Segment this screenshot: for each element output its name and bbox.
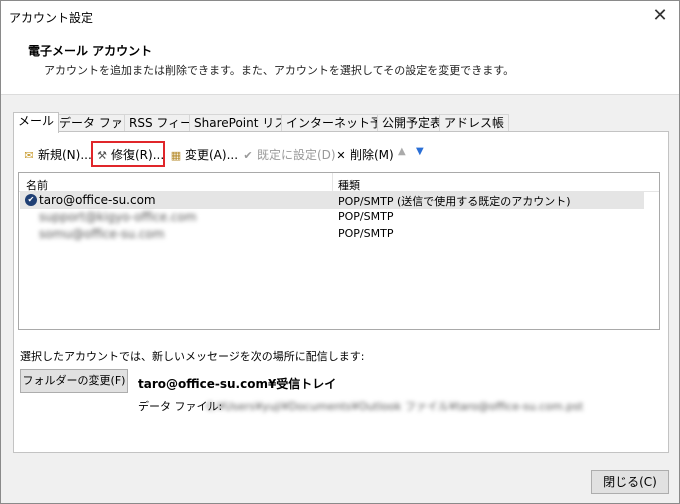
arrow-down-icon[interactable]: ▼: [416, 146, 424, 157]
tab-mail[interactable]: メール: [13, 112, 60, 133]
delete-button-label: 削除(M): [350, 148, 394, 162]
repair-highlight-box: [91, 141, 165, 167]
close-button[interactable]: 閉じる(C): [591, 470, 669, 494]
close-icon[interactable]: ✕: [647, 4, 673, 28]
delivery-label: 選択したアカウントでは、新しいメッセージを次の場所に配信します:: [20, 350, 365, 363]
change-button-label: 変更(A)...: [185, 148, 239, 162]
account-type: POP/SMTP (送信で使用する既定のアカウント): [338, 195, 571, 208]
tab-address-books[interactable]: アドレス帳: [439, 114, 510, 132]
window-title: アカウント設定: [9, 11, 94, 25]
column-header-name[interactable]: 名前: [26, 177, 48, 193]
column-separator: [332, 173, 333, 192]
header-description: アカウントを追加または削除できます。また、アカウントを選択してその設定を変更でき…: [44, 64, 515, 77]
account-name: taro@office-su.com: [39, 193, 156, 207]
tab-published-calendars[interactable]: 公開予定表: [377, 114, 448, 132]
data-file-path: C:¥Users¥yuji¥Documents¥Outlook ファイル¥tar…: [206, 400, 584, 413]
account-type: POP/SMTP: [338, 227, 394, 240]
change-icon: ▦: [170, 149, 182, 162]
set-default-button[interactable]: ✔ 既定に設定(D): [241, 146, 336, 164]
account-row[interactable]: somu@office-su.com POP/SMTP: [20, 226, 644, 243]
account-row[interactable]: support@kigyo-office.com POP/SMTP: [20, 209, 644, 226]
inbox-path: taro@office-su.com¥受信トレイ: [138, 377, 337, 391]
account-list[interactable]: 名前 種類 ✔ taro@office-su.com POP/SMTP (送信で…: [18, 172, 660, 330]
change-button[interactable]: ▦ 変更(A)...: [169, 146, 238, 164]
x-delete-icon: ✕: [336, 149, 346, 162]
title-bar: アカウント設定 ✕: [1, 1, 679, 31]
account-name: somu@office-su.com: [39, 227, 165, 241]
account-type: POP/SMTP: [338, 210, 394, 223]
check-circle-icon: ✔: [243, 149, 253, 162]
new-button-label: 新規(N)...: [38, 148, 92, 162]
column-header-type[interactable]: 種類: [338, 177, 360, 193]
header-title: 電子メール アカウント: [28, 44, 153, 58]
new-mail-icon: ✉: [24, 149, 34, 162]
set-default-button-label: 既定に設定(D): [257, 148, 336, 162]
delete-button[interactable]: ✕ 削除(M): [334, 146, 394, 164]
account-row[interactable]: ✔ taro@office-su.com POP/SMTP (送信で使用する既定…: [20, 192, 644, 209]
arrow-up-icon[interactable]: ▲: [398, 146, 406, 157]
default-check-icon: ✔: [25, 194, 37, 206]
account-settings-dialog: アカウント設定 ✕ 電子メール アカウント アカウントを追加または削除できます。…: [0, 0, 680, 504]
list-header: 名前 種類: [19, 173, 659, 192]
account-name: support@kigyo-office.com: [39, 210, 197, 224]
new-button[interactable]: ✉ 新規(N)...: [22, 146, 92, 164]
change-folder-button[interactable]: フォルダーの変更(F): [20, 369, 128, 393]
header: 電子メール アカウント アカウントを追加または削除できます。また、アカウントを選…: [1, 31, 679, 95]
